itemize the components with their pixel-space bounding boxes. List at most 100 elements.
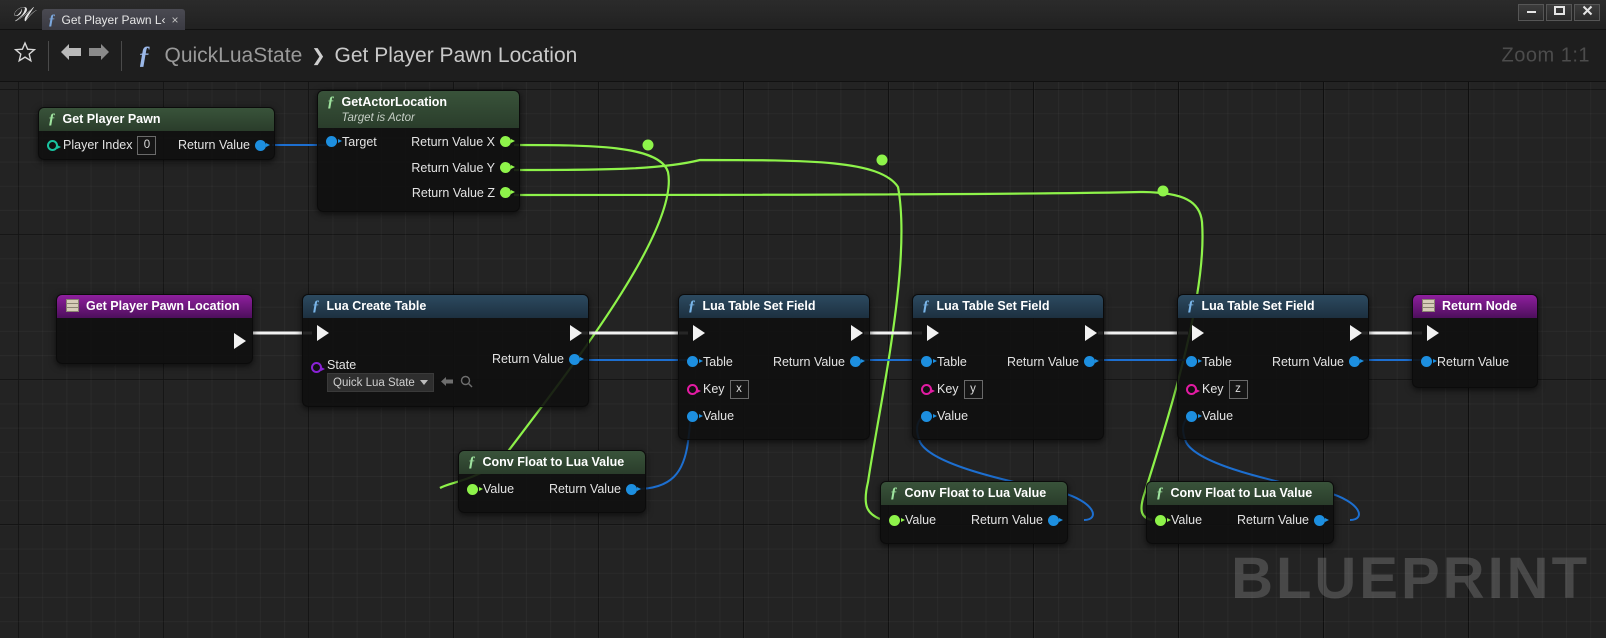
exec-pin-icon[interactable]	[1350, 325, 1362, 341]
pin-return-value[interactable]: Return Value	[1272, 355, 1364, 369]
editor-tab-get-player-pawn-location[interactable]: ƒ Get Player Pawn L‹ ×	[42, 9, 185, 31]
pin-exec-out[interactable]	[851, 325, 863, 341]
node-conv-float-to-lua-value-y[interactable]: ƒ Conv Float to Lua Value Value Return V…	[880, 481, 1068, 544]
favorite-star-icon[interactable]	[10, 40, 40, 71]
pin-dot-icon[interactable]	[1186, 383, 1200, 395]
pin-return-value[interactable]: Return Value	[178, 138, 270, 152]
pin-dot-icon[interactable]	[1155, 514, 1171, 526]
node-entry-get-player-pawn-location[interactable]: Get Player Pawn Location	[56, 294, 253, 364]
pin-dot-icon[interactable]	[921, 356, 937, 367]
pin-return-value[interactable]: Return Value	[492, 352, 584, 366]
pin-dot-icon[interactable]	[1186, 356, 1202, 367]
pin-dot-icon[interactable]	[687, 410, 703, 422]
pin-return-value[interactable]: Return Value	[1421, 355, 1509, 369]
exec-pin-icon[interactable]	[693, 325, 705, 341]
pin-dot-icon[interactable]	[1048, 514, 1063, 526]
pin-exec-out[interactable]	[570, 325, 582, 341]
exec-pin-icon[interactable]	[1427, 325, 1439, 341]
pin-return-value[interactable]: Return Value	[549, 482, 641, 496]
pin-dot-icon[interactable]	[921, 410, 937, 422]
breadcrumb-item-get-player-pawn-location[interactable]: Get Player Pawn Location	[335, 44, 578, 68]
maximize-button[interactable]	[1546, 4, 1572, 21]
pin-dot-icon[interactable]	[1186, 410, 1202, 422]
node-lua-table-set-field-y[interactable]: ƒ Lua Table Set Field Table Return Value…	[912, 294, 1104, 440]
pin-dot-icon[interactable]	[467, 483, 483, 495]
pin-dot-icon[interactable]	[687, 383, 701, 395]
pin-return-value[interactable]: Return Value	[1237, 513, 1329, 527]
pin-dot-icon[interactable]	[326, 136, 342, 147]
pin-return-value-y[interactable]: Return Value Y	[411, 161, 515, 175]
pin-dot-icon[interactable]	[921, 383, 935, 395]
node-lua-table-set-field-x[interactable]: ƒ Lua Table Set Field Table Return Value…	[678, 294, 870, 440]
exec-pin-icon[interactable]	[927, 325, 939, 341]
pin-value[interactable]: Value	[687, 409, 734, 423]
pin-table[interactable]: Table	[1186, 355, 1232, 369]
node-conv-float-to-lua-value-x[interactable]: ƒ Conv Float to Lua Value Value Return V…	[458, 450, 646, 513]
close-icon[interactable]: ×	[172, 14, 179, 26]
pin-exec-in[interactable]	[927, 325, 939, 341]
pin-key[interactable]: Key x	[687, 379, 749, 399]
pin-table[interactable]: Table	[921, 355, 967, 369]
pin-table[interactable]: Table	[687, 355, 733, 369]
player-index-input[interactable]: 0	[137, 135, 157, 155]
forward-arrow-icon[interactable]	[85, 41, 113, 71]
pin-value[interactable]: Value	[921, 409, 968, 423]
pin-dot-icon[interactable]	[255, 139, 270, 151]
pin-dot-icon[interactable]	[500, 162, 515, 173]
pin-target[interactable]: Target	[326, 135, 377, 149]
pin-return-value[interactable]: Return Value	[773, 355, 865, 369]
pin-exec-in[interactable]	[317, 325, 329, 341]
pin-exec-in[interactable]	[1192, 325, 1204, 341]
chevron-down-icon[interactable]	[419, 380, 428, 385]
pin-key[interactable]: Key z	[1186, 379, 1248, 399]
pin-dot-icon[interactable]	[311, 362, 325, 373]
blueprint-graph-canvas[interactable]: BLUEPRINT ƒ Get Player Pawn Player Index…	[0, 82, 1606, 638]
exec-pin-icon[interactable]	[1192, 325, 1204, 341]
pin-exec-in[interactable]	[693, 325, 705, 341]
back-arrow-icon[interactable]	[57, 41, 85, 71]
state-selector[interactable]: Quick Lua State	[327, 373, 473, 392]
pin-value[interactable]: Value	[1186, 409, 1233, 423]
node-return[interactable]: Return Node Return Value	[1412, 294, 1538, 388]
node-conv-float-to-lua-value-z[interactable]: ƒ Conv Float to Lua Value Value Return V…	[1146, 481, 1334, 544]
pin-dot-icon[interactable]	[889, 514, 905, 526]
pin-exec-in[interactable]	[1427, 325, 1439, 341]
key-input[interactable]: z	[1228, 379, 1248, 399]
exec-pin-icon[interactable]	[317, 325, 329, 341]
browse-magnifier-icon[interactable]	[460, 375, 473, 390]
pin-exec-out[interactable]	[1085, 325, 1097, 341]
breadcrumb-item-quickluastate[interactable]: QuickLuaState	[165, 44, 303, 68]
pin-value[interactable]: Value	[1155, 513, 1202, 527]
pin-dot-icon[interactable]	[47, 139, 61, 151]
pin-dot-icon[interactable]	[1084, 356, 1099, 367]
use-selected-arrow-icon[interactable]	[440, 376, 454, 389]
pin-return-value[interactable]: Return Value	[971, 513, 1063, 527]
pin-value[interactable]: Value	[889, 513, 936, 527]
exec-pin-icon[interactable]	[1085, 325, 1097, 341]
pin-exec-out[interactable]	[234, 332, 246, 349]
node-lua-create-table[interactable]: ƒ Lua Create Table State Quick Lua State…	[302, 294, 589, 407]
pin-dot-icon[interactable]	[850, 356, 865, 367]
close-button[interactable]	[1574, 4, 1600, 21]
pin-dot-icon[interactable]	[500, 136, 515, 147]
pin-return-value-z[interactable]: Return Value Z	[412, 186, 515, 200]
minimize-button[interactable]	[1518, 4, 1544, 21]
pin-dot-icon[interactable]	[626, 483, 641, 495]
node-lua-table-set-field-z[interactable]: ƒ Lua Table Set Field Table Return Value…	[1177, 294, 1369, 440]
state-dropdown[interactable]: Quick Lua State	[327, 373, 434, 392]
pin-dot-icon[interactable]	[1421, 356, 1437, 367]
pin-dot-icon[interactable]	[1314, 514, 1329, 526]
pin-return-value-x[interactable]: Return Value X	[411, 135, 515, 149]
exec-pin-icon[interactable]	[570, 325, 582, 341]
pin-dot-icon[interactable]	[687, 356, 703, 367]
pin-value[interactable]: Value	[467, 482, 514, 496]
node-get-actor-location[interactable]: ƒ GetActorLocation Target is Actor Targe…	[317, 90, 520, 212]
exec-pin-icon[interactable]	[851, 325, 863, 341]
key-input[interactable]: x	[729, 379, 749, 399]
pin-dot-icon[interactable]	[569, 353, 584, 365]
node-get-player-pawn[interactable]: ƒ Get Player Pawn Player Index 0 Return …	[38, 107, 275, 160]
exec-pin-icon[interactable]	[234, 332, 246, 349]
pin-return-value[interactable]: Return Value	[1007, 355, 1099, 369]
pin-dot-icon[interactable]	[1349, 356, 1364, 367]
pin-exec-out[interactable]	[1350, 325, 1362, 341]
